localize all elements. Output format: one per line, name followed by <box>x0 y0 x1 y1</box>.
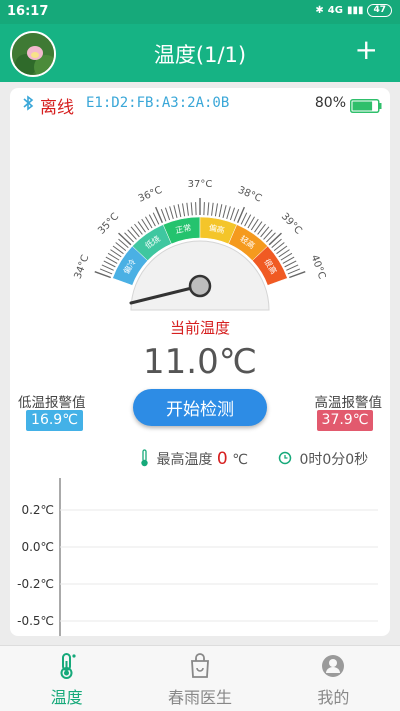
thermometer-nav-icon <box>60 653 76 679</box>
gauge-tick <box>286 264 299 271</box>
battery-percent: 80% <box>314 95 346 111</box>
device-mac: E1:D2:FB:A3:2A:0B <box>86 95 230 111</box>
max-temperature-stat: 最高温度 0 ℃ <box>140 449 248 469</box>
gauge-tick <box>160 208 167 222</box>
gauge-tick <box>233 208 240 222</box>
gauge-tick <box>177 204 182 218</box>
max-temperature-label: 最高温度 <box>156 452 213 468</box>
gauge-tick-label: 38°C <box>236 185 263 205</box>
chart-y-tick-label: 0.0℃ <box>21 540 54 554</box>
gauge-tick <box>229 207 236 221</box>
high-alarm-value[interactable]: 37.9℃ <box>317 410 373 431</box>
network-label: 4G <box>327 5 343 16</box>
gauge-tick <box>99 268 113 275</box>
add-device-button[interactable]: + <box>355 36 378 64</box>
page-title: 温度(1/1) <box>153 43 247 67</box>
nav-temperature-label: 温度 <box>50 688 83 707</box>
gauge-tick <box>222 205 227 218</box>
status-bar: 16:17 ✱ 4G ▮▮▮ 47 <box>0 0 400 24</box>
timer-value: 0时0分0秒 <box>299 452 369 468</box>
low-alarm-value[interactable]: 16.9℃ <box>26 410 83 431</box>
gauge-tick <box>214 203 219 217</box>
temperature-chart: 0.2℃ 0.0℃ -0.2℃ -0.5℃ <box>17 478 378 636</box>
current-temperature: 11.0℃ <box>143 342 257 382</box>
status-time: 16:17 <box>7 4 49 19</box>
gauge-tick <box>287 268 301 275</box>
chart-y-tick-label: -0.5℃ <box>17 614 54 628</box>
chart-y-tick-label: -0.2℃ <box>17 577 54 591</box>
gauge-tick <box>218 204 223 218</box>
chart-y-tick-label: 0.2℃ <box>21 503 54 517</box>
high-alarm-label: 高温报警值 <box>314 395 383 411</box>
start-detection-button[interactable]: 开始检测 <box>133 389 267 426</box>
max-temperature-value: 0 <box>216 449 228 469</box>
gauge-tick <box>190 202 193 216</box>
gauge-tick <box>268 232 282 246</box>
connection-status: 离线 <box>40 98 74 118</box>
app-header: 温度(1/1) + <box>0 24 400 82</box>
bottom-nav: 温度 春雨医生 我的 <box>0 645 400 711</box>
status-indicators: ✱ 4G ▮▮▮ 47 <box>315 4 392 17</box>
gauge-pivot <box>188 274 212 298</box>
gauge-tick-label: 40°C <box>309 254 328 281</box>
battery-status-badge: 47 <box>367 4 392 17</box>
timer-stat: 0时0分0秒 <box>278 449 368 469</box>
device-info-row: 离线 E1:D2:FB:A3:2A:0B 80% <box>10 92 390 118</box>
gauge-tick <box>203 202 205 216</box>
temperature-gauge: 34°C35°C36°C37°C38°C39°C40°C 偏冷低烧正常 偏高轻高很… <box>73 179 328 311</box>
bag-icon <box>191 653 209 678</box>
nav-doctor[interactable]: 春雨医生 <box>133 646 266 711</box>
gauge-tick <box>207 202 210 216</box>
gauge-tick <box>186 202 189 216</box>
gauge-tick <box>226 206 231 219</box>
gauge-tick <box>118 232 132 246</box>
gauge-tick <box>211 202 214 216</box>
gauge-caption: 当前温度 <box>169 319 230 337</box>
gauge-tick <box>173 205 178 218</box>
gauge-tick <box>101 264 114 271</box>
nav-profile-label: 我的 <box>317 688 350 707</box>
thermometer-icon <box>140 449 149 471</box>
clock-icon <box>278 451 292 469</box>
battery-icon <box>350 98 382 117</box>
device-card: 离线 E1:D2:FB:A3:2A:0B 80% 34°C 35°C 36°C 37°… <box>10 88 390 636</box>
bluetooth-status-icon: ✱ <box>315 5 324 16</box>
nav-doctor-label: 春雨医生 <box>167 688 232 707</box>
low-alarm-label: 低温报警值 <box>18 395 86 411</box>
gauge-tick-label: 39°C <box>279 211 304 237</box>
gauge-tick-label: 35°C <box>96 211 121 237</box>
signal-icon: ▮▮▮ <box>346 5 364 16</box>
max-temperature-unit: ℃ <box>232 452 248 468</box>
gauge-tick <box>195 202 197 216</box>
gauge-tick <box>164 207 171 221</box>
gauge-tick-label: 37°C <box>188 179 213 190</box>
gauge-tick-label: 34°C <box>73 254 92 281</box>
gauge-tick <box>169 206 174 219</box>
bluetooth-icon <box>22 95 34 115</box>
gauge-tick <box>181 203 186 217</box>
gauge-tick-label: 36°C <box>137 185 164 205</box>
nav-temperature[interactable]: 温度 <box>0 646 133 711</box>
user-icon <box>322 655 345 677</box>
nav-profile[interactable]: 我的 <box>267 646 400 711</box>
